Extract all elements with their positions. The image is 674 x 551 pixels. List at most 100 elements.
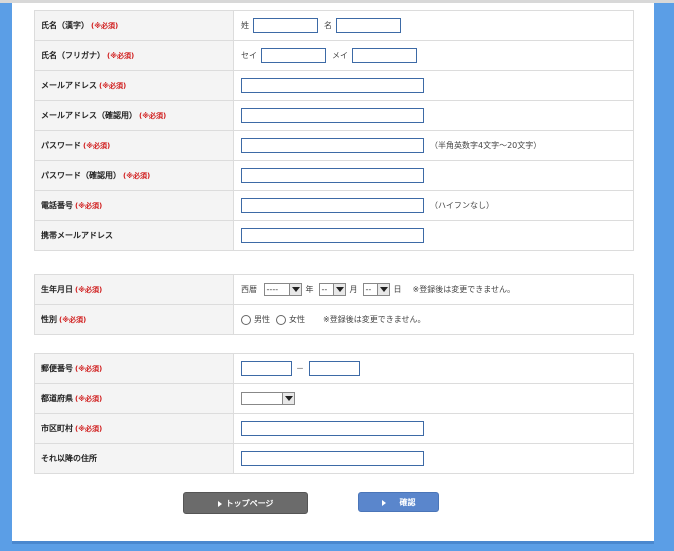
chevron-down-icon	[282, 393, 294, 404]
field-birthdate: 西暦 ---- 年 -- 月 -- 日 ※登録後は変更できません。	[233, 274, 634, 305]
birth-day-select[interactable]: --	[362, 283, 390, 296]
birth-year-select[interactable]: ----	[263, 283, 302, 296]
required-mark: (※必須)	[75, 365, 103, 373]
field-address-rest	[233, 443, 634, 474]
prefecture-select[interactable]	[241, 392, 295, 405]
row-mobile-email: 携帯メールアドレス	[34, 220, 634, 251]
panel-bottom-shadow	[12, 541, 654, 544]
label-city: 市区町村 (※必須)	[34, 413, 234, 444]
field-phone: （ハイフンなし）	[233, 190, 634, 221]
label-zip: 郵便番号 (※必須)	[34, 353, 234, 384]
basic-info-table: 氏名（漢字） (※必須) 姓 名 氏名（フリガナ） (※必須) セイ メイ メールアドレ…	[34, 10, 634, 251]
label-password: パスワード (※必須)	[34, 130, 234, 161]
label-birthdate: 生年月日 (※必須)	[34, 274, 234, 305]
row-phone: 電話番号 (※必須) （ハイフンなし）	[34, 190, 634, 221]
field-password: （半角英数字4文字～20文字）	[233, 130, 634, 161]
row-name-kanji: 氏名（漢字） (※必須) 姓 名	[34, 10, 634, 41]
confirm-label: 確認	[399, 498, 416, 507]
field-zip: －	[233, 353, 634, 384]
chevron-down-icon	[332, 284, 345, 295]
row-password-confirm: パスワード（確認用） (※必須)	[34, 160, 634, 191]
phone-note: （ハイフンなし）	[430, 201, 494, 210]
password-confirm-input[interactable]	[241, 168, 424, 183]
required-mark: (※必須)	[91, 22, 119, 30]
chevron-down-icon	[376, 284, 389, 295]
zip-first-input[interactable]	[241, 361, 292, 376]
required-mark: (※必須)	[75, 286, 103, 294]
required-mark: (※必須)	[83, 142, 111, 150]
gender-note: ※登録後は変更できません。	[323, 315, 426, 324]
field-gender: 男性 女性 ※登録後は変更できません。	[233, 304, 634, 335]
sei-kana-prefix: セイ	[241, 51, 257, 60]
label-email-confirm: メールアドレス（確認用） (※必須)	[34, 100, 234, 131]
row-birthdate: 生年月日 (※必須) 西暦 ---- 年 -- 月 -- 日 ※登録後は変更できません。	[34, 274, 634, 305]
required-mark: (※必須)	[75, 395, 103, 403]
label-address-rest: それ以降の住所	[34, 443, 234, 474]
month-unit: 月	[349, 285, 358, 294]
arrow-right-icon	[217, 500, 222, 507]
row-email: メールアドレス (※必須)	[34, 70, 634, 101]
label-password-confirm: パスワード（確認用） (※必須)	[34, 160, 234, 191]
password-input[interactable]	[241, 138, 424, 153]
required-mark: (※必須)	[99, 82, 127, 90]
row-gender: 性別 (※必須) 男性 女性 ※登録後は変更できません。	[34, 304, 634, 335]
phone-input[interactable]	[241, 198, 424, 213]
label-name-kanji: 氏名（漢字） (※必須)	[34, 10, 234, 41]
row-city: 市区町村 (※必須)	[34, 413, 634, 444]
sei-prefix: 姓	[241, 21, 249, 30]
field-city	[233, 413, 634, 444]
zip-second-input[interactable]	[309, 361, 360, 376]
label-gender: 性別 (※必須)	[34, 304, 234, 335]
required-mark: (※必須)	[107, 52, 135, 60]
gender-male-label: 男性	[254, 315, 270, 324]
label-phone: 電話番号 (※必須)	[34, 190, 234, 221]
field-email	[233, 70, 634, 101]
arrow-right-icon	[381, 499, 386, 506]
mei-prefix: 名	[324, 21, 332, 30]
era-prefix: 西暦	[241, 285, 257, 294]
name-furigana-sei-input[interactable]	[261, 48, 326, 63]
label-email: メールアドレス (※必須)	[34, 70, 234, 101]
required-mark: (※必須)	[139, 112, 167, 120]
mobile-email-input[interactable]	[241, 228, 424, 243]
required-mark: (※必須)	[75, 202, 103, 210]
row-password: パスワード (※必須) （半角英数字4文字～20文字）	[34, 130, 634, 161]
year-unit: 年	[305, 285, 314, 294]
row-name-furigana: 氏名（フリガナ） (※必須) セイ メイ	[34, 40, 634, 71]
required-mark: (※必須)	[75, 425, 103, 433]
birthdate-note: ※登録後は変更できません。	[412, 285, 516, 294]
field-email-confirm	[233, 100, 634, 131]
birth-month-select[interactable]: --	[318, 283, 346, 296]
gender-male-radio[interactable]	[241, 314, 251, 325]
name-kanji-mei-input[interactable]	[336, 18, 401, 33]
required-mark: (※必須)	[123, 172, 151, 180]
label-name-furigana: 氏名（フリガナ） (※必須)	[34, 40, 234, 71]
required-mark: (※必須)	[59, 316, 87, 324]
email-confirm-input[interactable]	[241, 108, 424, 123]
label-prefecture: 都道府県 (※必須)	[34, 383, 234, 414]
name-kanji-sei-input[interactable]	[253, 18, 318, 33]
name-furigana-mei-input[interactable]	[352, 48, 417, 63]
mei-kana-prefix: メイ	[332, 51, 348, 60]
field-password-confirm	[233, 160, 634, 191]
label-mobile-email: 携帯メールアドレス	[34, 220, 234, 251]
field-prefecture	[233, 383, 634, 414]
field-mobile-email	[233, 220, 634, 251]
password-note: （半角英数字4文字～20文字）	[430, 141, 542, 150]
address-rest-input[interactable]	[241, 451, 424, 466]
confirm-button[interactable]: 確認	[358, 492, 439, 512]
zip-separator: －	[296, 364, 304, 373]
top-page-label: トップページ	[225, 499, 274, 508]
row-zip: 郵便番号 (※必須) －	[34, 353, 634, 384]
row-prefecture: 都道府県 (※必須)	[34, 383, 634, 414]
day-unit: 日	[393, 285, 402, 294]
gender-female-radio[interactable]	[276, 314, 286, 325]
row-address-rest: それ以降の住所	[34, 443, 634, 474]
row-email-confirm: メールアドレス（確認用） (※必須)	[34, 100, 634, 131]
address-table: 郵便番号 (※必須) － 都道府県 (※必須) 市区町村 (※必須) それ以降の住所	[34, 353, 634, 474]
field-name-furigana: セイ メイ	[233, 40, 634, 71]
city-input[interactable]	[241, 421, 424, 436]
email-input[interactable]	[241, 78, 424, 93]
personal-info-table: 生年月日 (※必須) 西暦 ---- 年 -- 月 -- 日 ※登録後は変更できません。 性別…	[34, 274, 634, 335]
top-page-button[interactable]: トップページ	[183, 492, 308, 514]
